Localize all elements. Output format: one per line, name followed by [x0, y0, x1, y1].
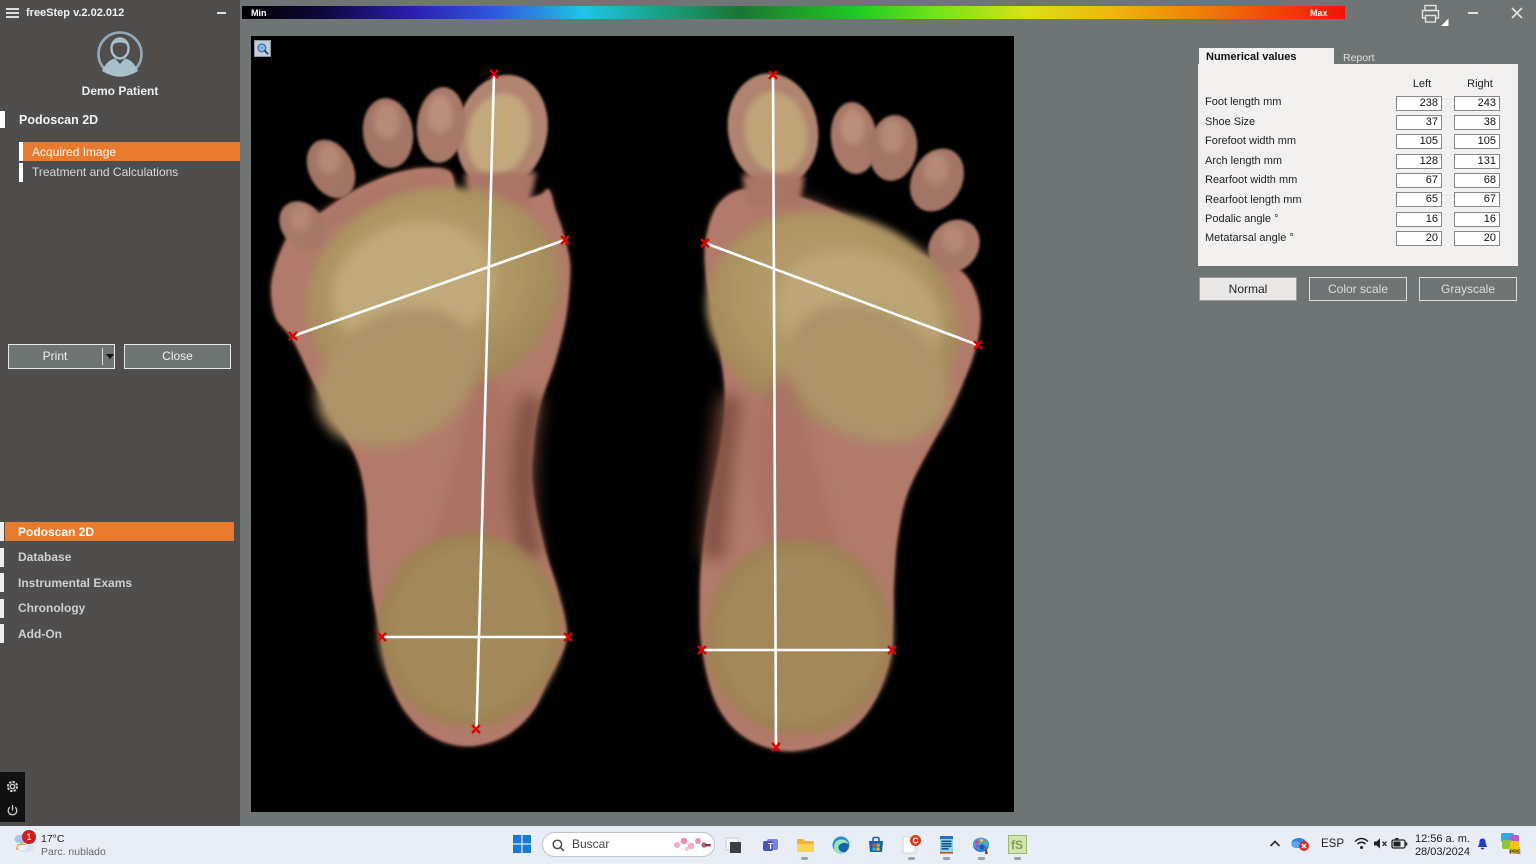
- svg-text:C: C: [913, 837, 919, 846]
- svg-text:T: T: [768, 841, 774, 851]
- svg-text:fS: fS: [1011, 838, 1023, 852]
- svg-text:PRE: PRE: [1510, 850, 1522, 856]
